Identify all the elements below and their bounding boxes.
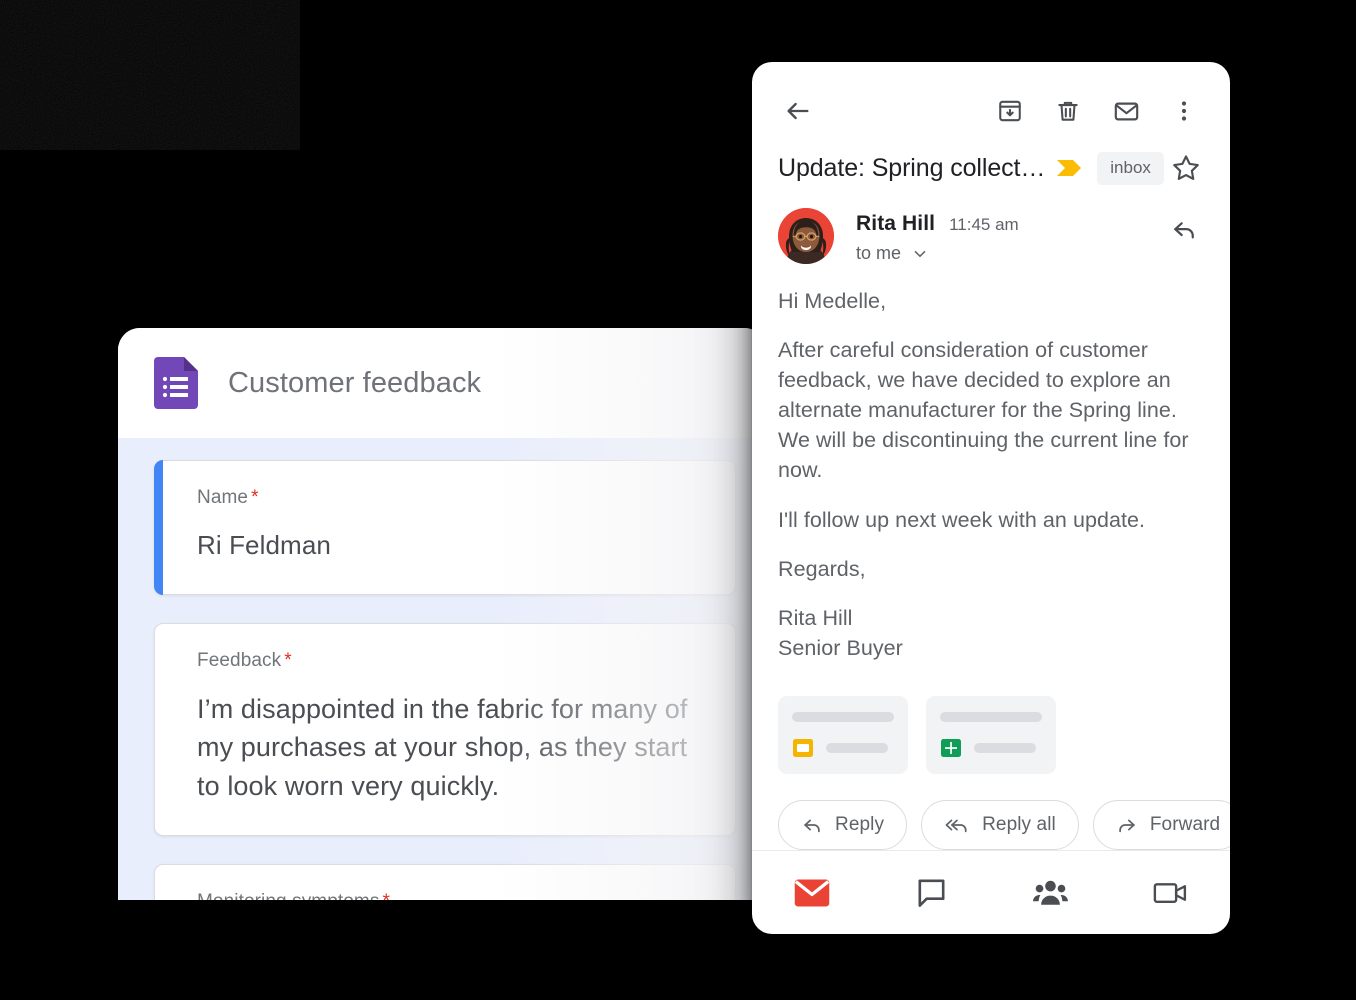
- required-asterisk: *: [382, 891, 390, 900]
- gmail-message-card: Update: Spring collect… inbox Rita Hill …: [752, 62, 1230, 934]
- question-answer[interactable]: Ri Feldman: [197, 527, 705, 564]
- message-actions: Reply Reply all Forward: [752, 774, 1230, 850]
- chat-bubble-icon: [915, 876, 948, 909]
- question-answer[interactable]: I’m disappointed in the fabric for many …: [197, 690, 705, 805]
- forms-questions-list: Name * Ri Feldman Feedback * I’m disappoin…: [118, 438, 766, 900]
- forms-question-name[interactable]: Name * Ri Feldman: [154, 460, 736, 595]
- google-forms-icon: [154, 357, 198, 409]
- sender-meta: Rita Hill 11:45 am to me: [856, 208, 1164, 264]
- more-vertical-icon[interactable]: [1164, 91, 1204, 131]
- google-sheets-icon: [940, 737, 962, 759]
- recipient-text: to me: [856, 243, 902, 263]
- star-outline-icon[interactable]: [1166, 148, 1206, 188]
- active-question-accent-bar: [154, 460, 163, 595]
- question-label: Monitoring symptoms*: [197, 891, 705, 900]
- delete-icon[interactable]: [1048, 91, 1088, 131]
- google-slides-icon: [792, 737, 814, 759]
- reply-button-label: Reply: [835, 814, 885, 835]
- attachment-meta-row: [792, 737, 894, 759]
- bottom-navigation: [752, 850, 1230, 934]
- signature-title: Senior Buyer: [778, 635, 903, 660]
- google-forms-card: Customer feedback Name * Ri Feldman Feedb…: [118, 328, 766, 900]
- mail-icon: [794, 878, 830, 908]
- body-greeting: Hi Medelle,: [778, 289, 887, 313]
- body-signoff: Regards,: [778, 556, 866, 581]
- message-timestamp: 11:45 am: [949, 215, 1019, 234]
- forward-button[interactable]: Forward: [1092, 800, 1230, 850]
- spaces-people-icon: [1032, 878, 1069, 908]
- avatar[interactable]: [778, 208, 834, 264]
- chevron-down-icon[interactable]: [911, 245, 929, 263]
- forward-button-label: Forward: [1149, 814, 1221, 835]
- signature-name: Rita Hill: [778, 605, 853, 630]
- attachment-name-placeholder: [940, 712, 1042, 722]
- nav-item-spaces[interactable]: [991, 851, 1111, 934]
- gmail-toolbar: [752, 62, 1230, 134]
- forms-header: Customer feedback: [118, 328, 766, 438]
- back-arrow-icon[interactable]: [778, 91, 818, 131]
- attachment-list: [752, 686, 1230, 774]
- subject-row: Update: Spring collect… inbox: [752, 134, 1230, 188]
- sender-secondary-line[interactable]: to me: [856, 243, 1164, 264]
- attachment-size-placeholder: [826, 743, 888, 753]
- question-label-text: Monitoring symptoms: [197, 891, 379, 900]
- label-chip-inbox[interactable]: inbox: [1097, 151, 1164, 185]
- reply-all-button[interactable]: Reply all: [921, 800, 1079, 850]
- subject-text: Update: Spring collect…: [778, 153, 1046, 182]
- sender-name: Rita Hill: [856, 212, 936, 235]
- body-paragraph-1: After careful consideration of customer …: [778, 338, 1189, 483]
- attachment-name-placeholder: [792, 712, 894, 722]
- body-paragraph-2: I'll follow up next week with an update.: [778, 507, 1146, 532]
- attachment-size-placeholder: [974, 743, 1036, 753]
- reply-button[interactable]: Reply: [778, 800, 908, 850]
- reply-all-button-label: Reply all: [982, 814, 1056, 835]
- question-label-text: Name: [197, 487, 249, 508]
- message-body: Hi Medelle, After careful consideration …: [752, 264, 1230, 686]
- question-label: Feedback *: [197, 650, 705, 672]
- reply-icon: [801, 814, 823, 836]
- forms-question-monitoring-symptoms[interactable]: Monitoring symptoms*: [154, 863, 736, 900]
- forward-icon: [1116, 814, 1138, 836]
- background-noise: [0, 0, 300, 150]
- reply-arrow-icon[interactable]: [1164, 208, 1204, 248]
- sender-primary-line: Rita Hill 11:45 am: [856, 212, 1164, 236]
- required-asterisk: *: [251, 487, 259, 508]
- required-asterisk: *: [284, 649, 292, 671]
- archive-icon[interactable]: [990, 91, 1030, 131]
- mark-unread-icon[interactable]: [1106, 91, 1146, 131]
- importance-marker-icon[interactable]: [1057, 158, 1083, 178]
- attachment-chip-slides[interactable]: [778, 696, 908, 774]
- question-label-text: Feedback: [197, 649, 282, 671]
- nav-item-chat[interactable]: [872, 851, 992, 934]
- nav-item-mail[interactable]: [752, 851, 872, 934]
- reply-all-icon: [944, 814, 970, 836]
- attachment-meta-row: [940, 737, 1042, 759]
- attachment-chip-sheets[interactable]: [926, 696, 1056, 774]
- nav-item-meet[interactable]: [1111, 851, 1231, 934]
- forms-title: Customer feedback: [228, 366, 482, 399]
- screenshot-stage: Customer feedback Name * Ri Feldman Feedb…: [0, 0, 1356, 1000]
- forms-question-feedback[interactable]: Feedback * I’m disappointed in the fabric…: [154, 622, 736, 836]
- sender-row: Rita Hill 11:45 am to me: [752, 188, 1230, 264]
- video-camera-icon: [1153, 880, 1188, 906]
- question-label: Name *: [197, 487, 705, 509]
